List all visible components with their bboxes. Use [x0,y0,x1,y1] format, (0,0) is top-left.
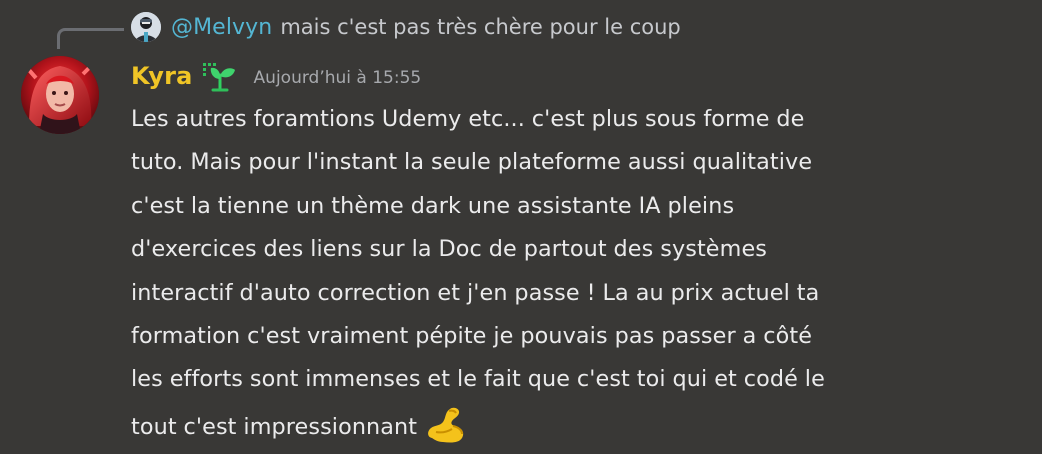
reply-avatar-icon[interactable] [131,12,161,42]
reply-text[interactable]: mais c'est pas très chère pour le coup [280,15,680,39]
message-line: d'exercices des liens sur la Doc de part… [131,236,767,263]
flexed-biceps-emoji[interactable] [423,402,469,448]
message-line: Les autres foramtions Udemy etc... c'est… [131,106,805,132]
chat-message: @Melvyn mais c'est pas très chère pour l… [0,0,1042,454]
message-timestamp[interactable]: Aujourd’hui à 15:55 [254,68,422,88]
message-line: c'est la tienne un thème dark une assist… [131,192,735,219]
message-line: les efforts sont immenses et le fait que… [131,366,825,393]
reply-preview[interactable]: @Melvyn mais c'est pas très chère pour l… [131,10,681,44]
reply-connector-line [57,28,124,49]
message-line: tout c'est impressionnant [131,413,418,440]
sprout-icon[interactable] [202,59,238,93]
reply-mention[interactable]: @Melvyn [171,15,272,40]
message-header: Kyra Aujourd’hui à 15:55 [131,58,421,94]
author-avatar[interactable] [21,56,99,134]
message-line: tuto. Mais pour l'instant la seule plate… [131,149,813,176]
message-body: Les autres foramtions Udemy etc... c'est… [131,98,991,449]
author-name[interactable]: Kyra [131,62,193,90]
message-line: interactif d'auto correction et j'en pas… [131,279,820,306]
message-line: formation c'est vraiment pépite je pouva… [131,323,813,350]
message-last-line: tout c'est impressionnant [131,402,991,449]
